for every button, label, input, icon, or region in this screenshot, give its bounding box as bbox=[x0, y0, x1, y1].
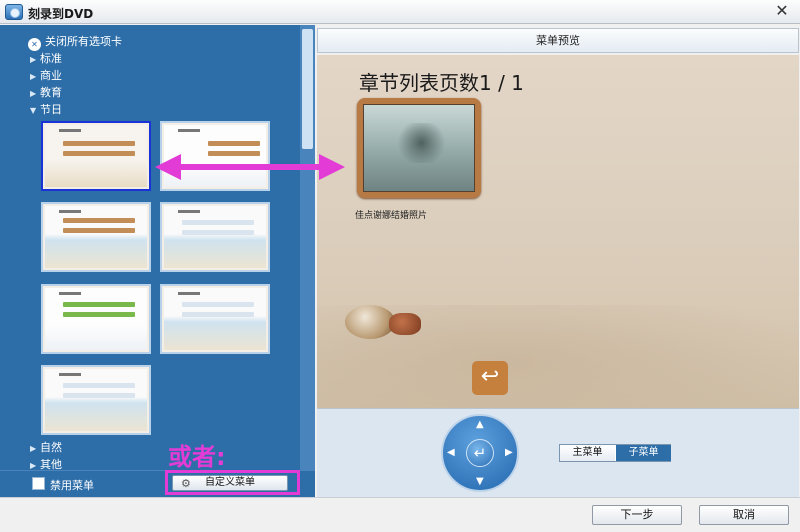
sub-menu-tab[interactable]: 子菜单 bbox=[616, 445, 671, 461]
collapse-arrow-icon: ▼ bbox=[30, 106, 37, 115]
sidebar-scrollbar[interactable] bbox=[300, 25, 315, 470]
next-button[interactable]: 下一步 bbox=[592, 505, 682, 525]
category-label: 自然 bbox=[40, 441, 62, 454]
close-all-icon: ✕ bbox=[28, 38, 41, 51]
expand-arrow-icon: ▶ bbox=[30, 89, 37, 98]
nav-right-icon[interactable]: ▶ bbox=[505, 447, 513, 458]
template-thumbnail-1[interactable] bbox=[41, 121, 151, 191]
preview-header: 菜单预览 bbox=[317, 28, 799, 53]
template-thumbnail-3[interactable] bbox=[41, 202, 151, 272]
close-all-tabs-button[interactable]: ✕ 关闭所有选项卡 bbox=[28, 35, 122, 51]
expand-arrow-icon: ▶ bbox=[30, 444, 37, 453]
close-all-label: 关闭所有选项卡 bbox=[45, 35, 122, 48]
return-arrow-icon: ↩ bbox=[480, 364, 500, 389]
category-education[interactable]: ▶ 教育 bbox=[30, 86, 62, 100]
crab-image bbox=[345, 303, 425, 341]
nav-left-icon[interactable]: ◀ bbox=[447, 447, 455, 458]
nav-enter-icon[interactable]: ↵ bbox=[466, 439, 494, 467]
window-title: 刻录到DVD bbox=[28, 7, 94, 21]
category-standard[interactable]: ▶ 标准 bbox=[30, 52, 62, 66]
menu-toggle: 主菜单 子菜单 bbox=[559, 444, 671, 462]
disable-menu-checkbox[interactable] bbox=[32, 477, 45, 490]
expand-arrow-icon: ▶ bbox=[30, 55, 37, 64]
title-bar: 刻录到DVD ✕ bbox=[0, 0, 800, 24]
category-business[interactable]: ▶ 商业 bbox=[30, 69, 62, 83]
category-label: 教育 bbox=[40, 86, 62, 99]
nav-up-icon[interactable]: ▲ bbox=[476, 419, 484, 430]
cancel-button[interactable]: 取消 bbox=[699, 505, 789, 525]
annotation-highlight-box bbox=[165, 470, 300, 495]
chapter-thumbnail[interactable] bbox=[357, 98, 481, 198]
menu-preview: 章节列表页数1 / 1 佳点谢娜结婚照片 ↩ bbox=[317, 55, 799, 408]
expand-arrow-icon: ▶ bbox=[30, 72, 37, 81]
category-label: 标准 bbox=[40, 52, 62, 65]
disable-menu-label: 禁用菜单 bbox=[50, 479, 94, 492]
dvd-app-icon bbox=[5, 4, 23, 20]
template-thumbnail-7[interactable] bbox=[41, 365, 151, 435]
template-thumbnail-5[interactable] bbox=[41, 284, 151, 354]
nav-down-icon[interactable]: ▼ bbox=[476, 476, 484, 487]
chapter-page-title: 章节列表页数1 / 1 bbox=[359, 71, 524, 95]
navigation-area bbox=[317, 408, 799, 497]
return-button[interactable]: ↩ bbox=[472, 361, 508, 395]
category-nature[interactable]: ▶ 自然 bbox=[30, 441, 62, 455]
template-thumbnail-4[interactable] bbox=[160, 202, 270, 272]
main-menu-tab[interactable]: 主菜单 bbox=[560, 445, 615, 461]
category-label: 商业 bbox=[40, 69, 62, 82]
template-thumbnail-6[interactable] bbox=[160, 284, 270, 354]
dpad-control: ▲ ▼ ◀ ▶ ↵ bbox=[441, 414, 519, 492]
chapter-label: 佳点谢娜结婚照片 bbox=[355, 211, 428, 221]
close-window-icon[interactable]: ✕ bbox=[774, 2, 790, 20]
scrollbar-thumb[interactable] bbox=[302, 29, 313, 149]
chapter-image bbox=[363, 104, 475, 192]
category-label: 节日 bbox=[40, 103, 62, 116]
category-holiday[interactable]: ▼ 节日 bbox=[30, 103, 62, 117]
annotation-or-text: 或者: bbox=[168, 443, 226, 471]
annotation-double-arrow-icon bbox=[155, 154, 345, 180]
